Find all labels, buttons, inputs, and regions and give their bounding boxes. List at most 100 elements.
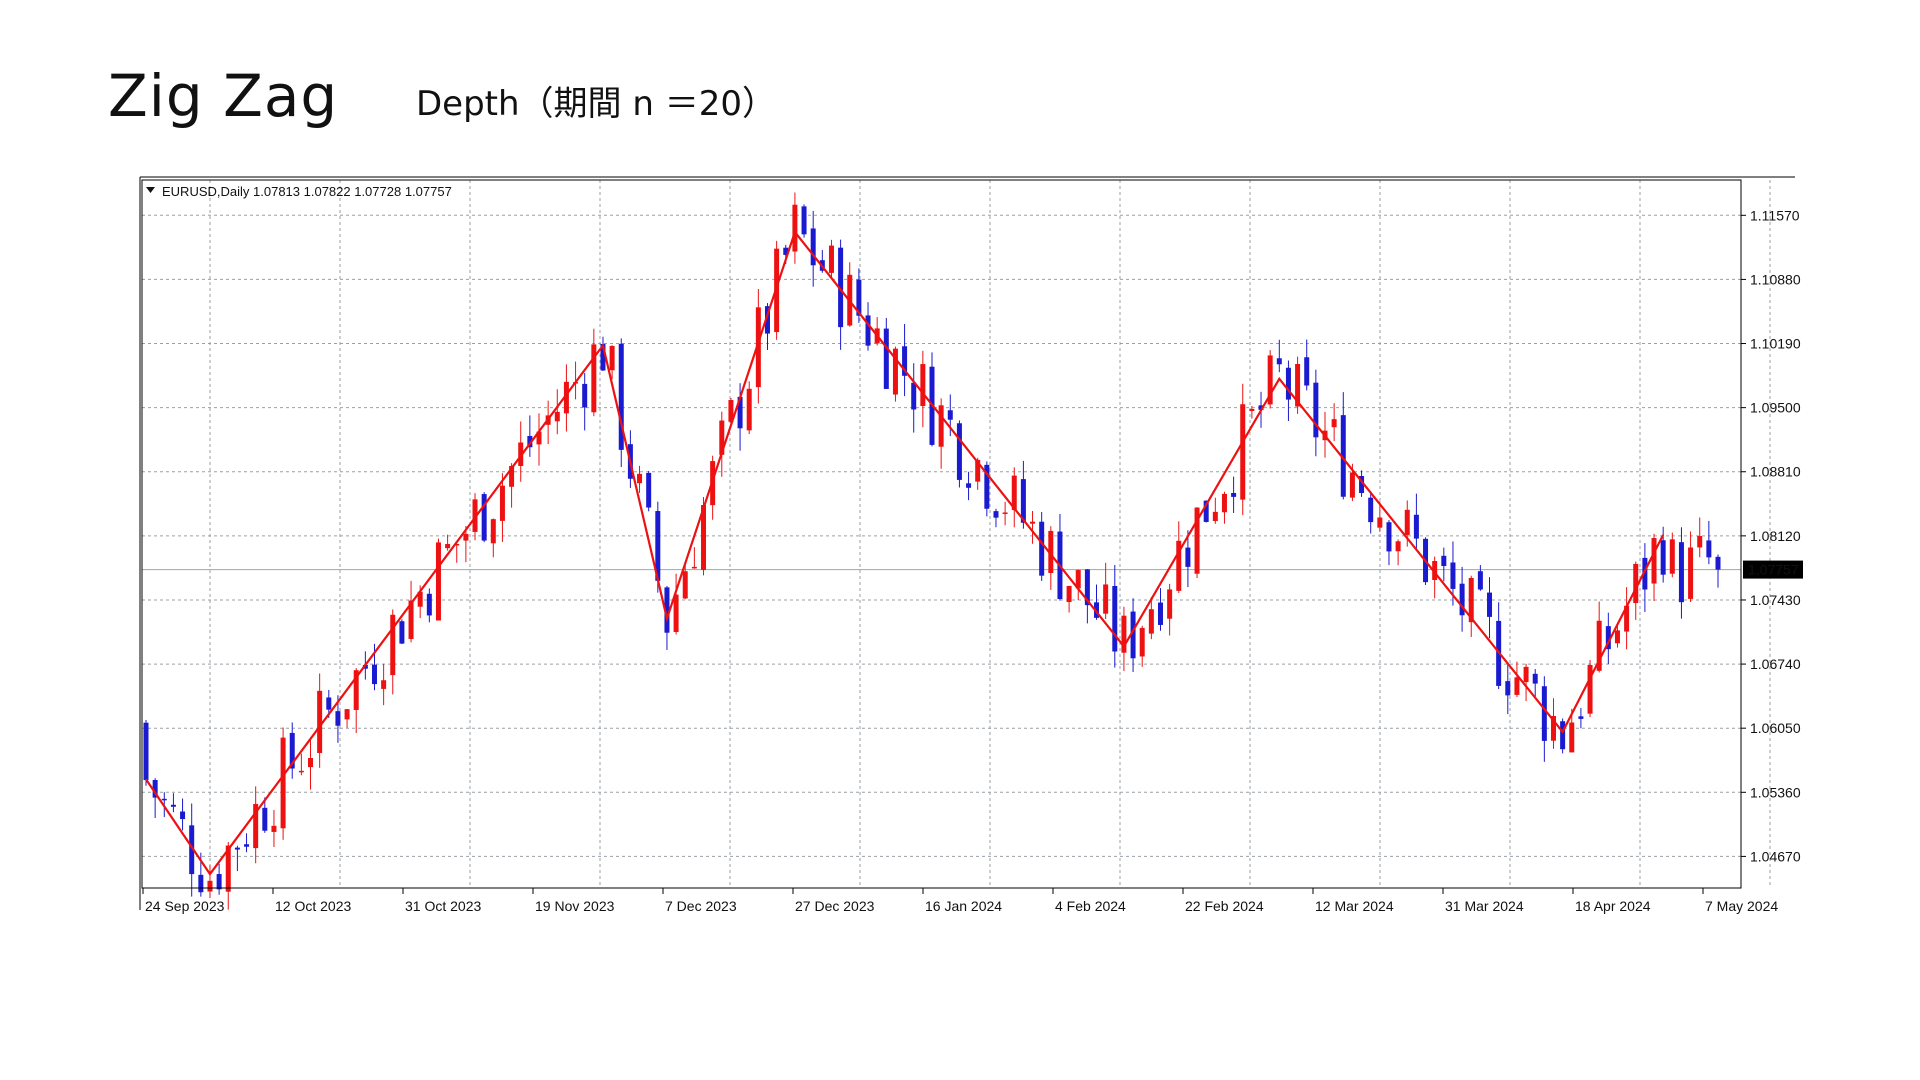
candle-body (1614, 630, 1620, 644)
candle-body (554, 411, 560, 422)
candle-body (865, 315, 871, 346)
candle-body (1331, 419, 1337, 428)
candle-body (1660, 540, 1666, 575)
candle-body (1304, 357, 1310, 386)
candle-body (673, 594, 679, 632)
candle-body (1368, 497, 1374, 523)
candle-body (1514, 677, 1520, 695)
y-tick-label: 1.04670 (1750, 848, 1801, 864)
candle-body (1377, 517, 1383, 528)
candle-body (810, 228, 816, 266)
candle-body (280, 737, 286, 829)
candle-body (445, 544, 451, 549)
candle-body (1240, 404, 1246, 500)
current-price-label: 1.07757 (1748, 562, 1799, 578)
candle-body (1212, 511, 1218, 522)
candle-body (1404, 509, 1410, 535)
candle-body (308, 758, 314, 768)
x-tick-label: 31 Mar 2024 (1445, 898, 1524, 914)
y-tick-label: 1.07430 (1750, 592, 1801, 608)
candle-body (1313, 382, 1319, 438)
y-tick-label: 1.08810 (1750, 464, 1801, 480)
candle-body (1249, 408, 1255, 411)
x-tick-label: 7 Dec 2023 (665, 898, 737, 914)
candle-body (207, 880, 213, 892)
candle-body (1688, 547, 1694, 599)
candle-body (966, 483, 972, 488)
candle-body (344, 709, 350, 720)
candle-body (1413, 514, 1419, 539)
y-tick-label: 1.10190 (1750, 336, 1801, 352)
candle-body (792, 204, 798, 252)
candle-body (1706, 540, 1712, 558)
x-tick-label: 4 Feb 2024 (1055, 898, 1126, 914)
candle-body (161, 798, 167, 801)
x-tick-label: 31 Oct 2023 (405, 898, 481, 914)
candle-body (1541, 686, 1547, 741)
grid-lines (142, 180, 1771, 888)
candle-body (1678, 542, 1684, 603)
candle-body (298, 770, 304, 773)
zigzag-candlestick-chart: 1.11570 1.10880 1.10190 1.09500 1.08810 1.081… (139, 176, 1803, 914)
candle-body (1285, 367, 1291, 400)
candle-body (1587, 665, 1593, 714)
candle-body (1560, 721, 1566, 750)
candle-body (262, 807, 268, 831)
candle-body (1578, 716, 1584, 719)
candle-body (1386, 522, 1392, 552)
x-tick-label: 19 Nov 2023 (535, 898, 615, 914)
candle-body (1487, 592, 1493, 617)
candle-body (911, 382, 917, 410)
x-tick-label: 12 Mar 2024 (1315, 898, 1394, 914)
candle-body (801, 206, 807, 235)
candle-body (1276, 358, 1282, 365)
candle-body (326, 697, 332, 710)
candle-body (216, 874, 222, 890)
chart-header: EURUSD,Daily 1.07813 1.07822 1.07728 1.0… (146, 184, 452, 199)
candle-body (1221, 493, 1227, 513)
candle-body (746, 388, 752, 431)
candle-body (435, 542, 441, 621)
candle-body (1477, 571, 1483, 590)
y-tick-label: 1.06740 (1750, 656, 1801, 672)
candle-body (1039, 521, 1045, 576)
candle-body (993, 511, 999, 518)
x-tick-label: 22 Feb 2024 (1185, 898, 1264, 914)
candle-body (1569, 722, 1575, 753)
candle-body (335, 711, 341, 726)
candle-body (381, 680, 387, 689)
candle-body (180, 811, 186, 820)
candle-body (399, 621, 405, 644)
candlesticks (143, 192, 1721, 910)
dropdown-triangle-icon[interactable] (146, 187, 155, 193)
candle-body (609, 345, 615, 371)
candle-body (463, 533, 469, 541)
candle-body (1002, 512, 1008, 514)
y-tick-label: 1.08120 (1750, 528, 1801, 544)
y-tick-label: 1.11570 (1750, 207, 1800, 223)
x-tick-label: 24 Sep 2023 (145, 898, 225, 914)
candle-body (1450, 562, 1456, 589)
candle-body (1066, 585, 1072, 603)
candle-body (1139, 627, 1145, 657)
candle-body (883, 328, 889, 389)
candle-body (1103, 584, 1109, 614)
plot-frame (141, 179, 1742, 889)
candle-body (682, 571, 688, 599)
candle-body (1349, 472, 1355, 498)
candle-body (1395, 541, 1401, 552)
candle-body (371, 664, 377, 685)
candle-body (234, 847, 240, 850)
candle-body (691, 566, 697, 569)
y-tick-label: 1.09500 (1750, 400, 1801, 416)
candle-body (390, 614, 396, 676)
candle-body (499, 485, 505, 521)
candle-body (1030, 521, 1036, 524)
x-tick-label: 18 Apr 2024 (1575, 898, 1651, 914)
candle-body (170, 804, 176, 807)
candle-body (1157, 602, 1163, 625)
candle-body (1651, 538, 1657, 584)
candle-body (1532, 673, 1538, 684)
candle-body (1167, 589, 1173, 619)
candle-body (1441, 555, 1447, 567)
